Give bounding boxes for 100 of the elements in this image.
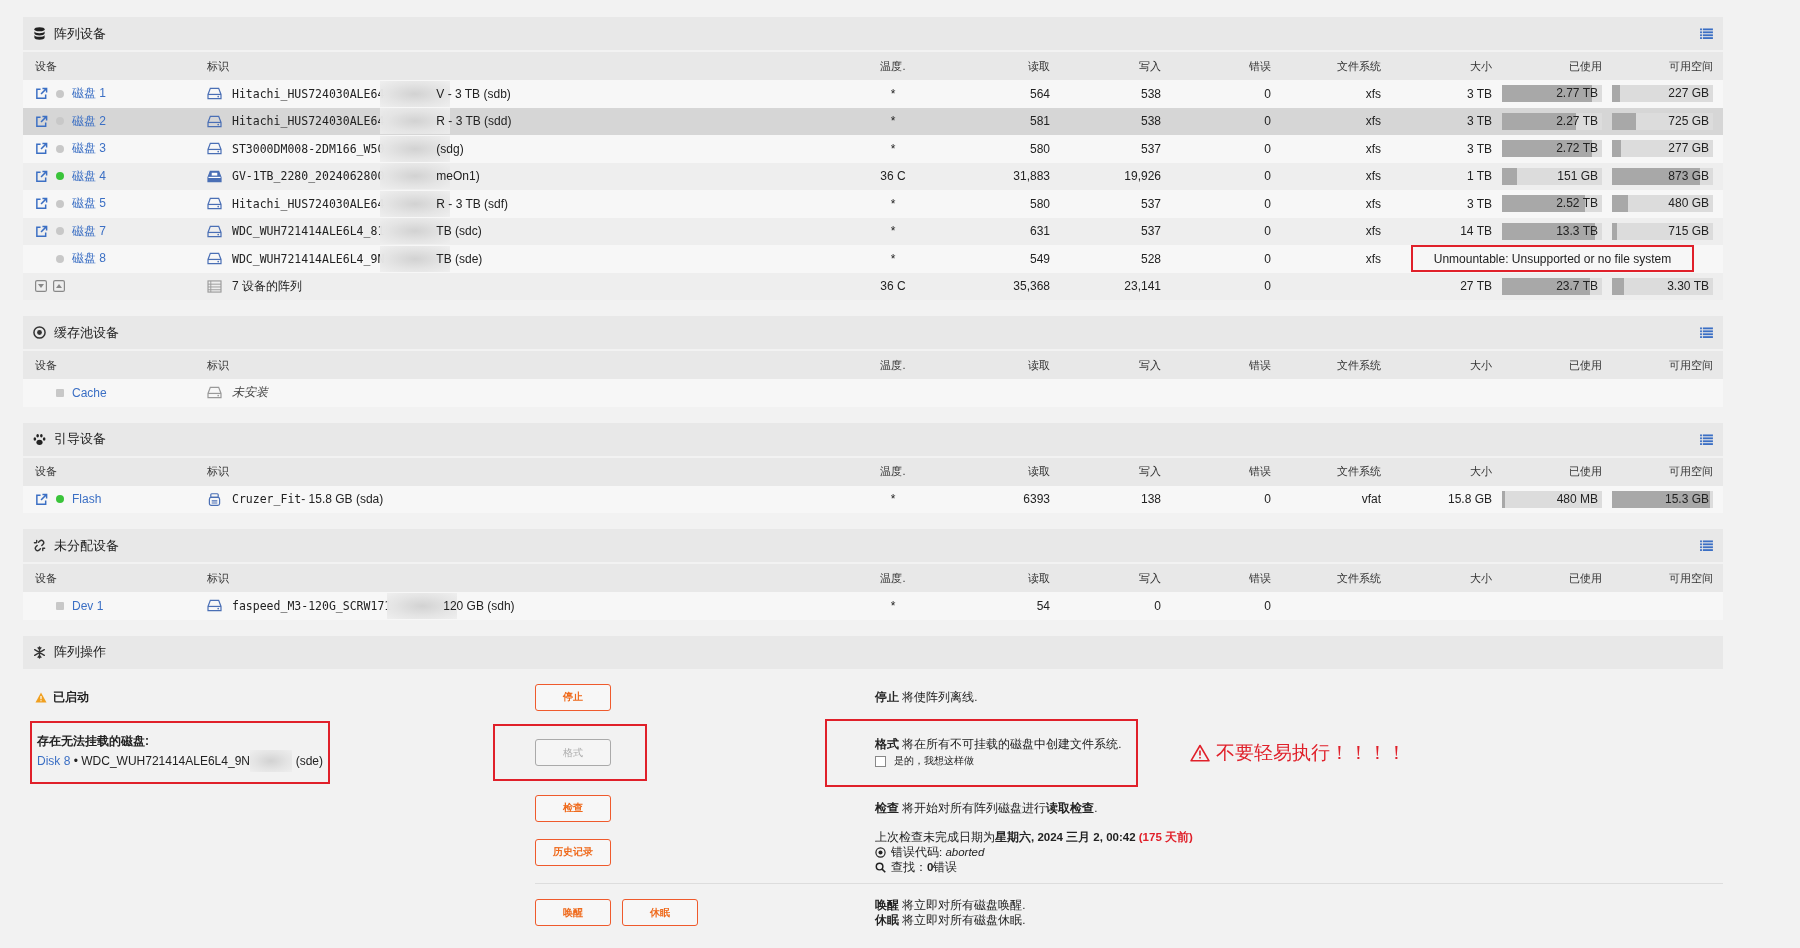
table-row[interactable]: 磁盘 5 Hitachi_HUS724030ALE64 R - 3 TB (sdf) * 580 537 0 xfs 3 TB 2.52 TB 480 GB (23, 190, 1723, 218)
column-header: 大小 (1469, 570, 1492, 586)
filesystem-value: xfs (1364, 224, 1381, 239)
table-row[interactable]: 磁盘 2 Hitachi_HUS724030ALE64 R - 3 TB (sdd) * 581 538 0 xfs 3 TB 2.27 TB 725 GB (23, 107, 1723, 135)
reads-count: 564 (1028, 86, 1050, 101)
temperature-value: * (889, 251, 897, 266)
hard-drive-icon (207, 197, 222, 211)
column-header: 设备 (34, 464, 58, 479)
device-link[interactable]: Flash (72, 492, 102, 507)
database-icon (33, 27, 46, 40)
collapse-icon[interactable] (35, 280, 47, 293)
column-header: 写入 (1138, 58, 1161, 74)
action-description: 检查 将开始对所有阵列磁盘进行读取检查. (874, 800, 1098, 816)
temperature-value: * (889, 86, 897, 101)
action-button[interactable]: 休眠 (622, 899, 698, 926)
device-identifier: meOn1) (436, 169, 480, 184)
device-link[interactable]: 磁盘 3 (72, 140, 106, 158)
action-button[interactable]: 停止 (535, 683, 611, 711)
table-row[interactable]: 磁盘 4 GV-1TB_2280_2024062800 meOn1) 36 C 31,883 19,926 0 xfs 1 TB 151 GB 873 GB (23, 162, 1723, 190)
writes-count: 538 (1139, 114, 1161, 129)
array-status: 已启动 (53, 688, 89, 706)
writes-count: 537 (1139, 141, 1161, 156)
external-link-icon[interactable] (35, 142, 48, 156)
external-link-icon[interactable] (35, 224, 48, 238)
device-link[interactable]: Cache (72, 385, 107, 400)
table-row[interactable]: 磁盘 1 Hitachi_HUS724030ALE64 V - 3 TB (sdb) * 564 538 0 xfs 3 TB 2.77 TB 227 GB (23, 80, 1723, 108)
notice-title: 存在无法挂载的磁盘: (37, 733, 150, 750)
table-row[interactable]: 磁盘 3 ST3000DM008-2DM166_W50 (sdg) * 580 537 0 xfs 3 TB 2.72 TB 277 GB (23, 135, 1723, 163)
section-title: 缓存池设备 (54, 323, 119, 342)
device-identifier: Hitachi_HUS724030ALE64 (232, 196, 385, 211)
device-link[interactable]: 磁盘 4 (72, 167, 106, 185)
expand-icon[interactable] (53, 280, 65, 293)
device-identifier: ST3000DM008-2DM166_W50 (232, 141, 385, 156)
external-link-icon[interactable] (35, 169, 48, 183)
external-link-icon[interactable] (35, 197, 48, 211)
external-link-icon[interactable] (35, 87, 48, 101)
reads-count: 580 (1028, 196, 1050, 211)
device-link[interactable]: 磁盘 5 (72, 195, 106, 213)
column-header: 已使用 (1568, 357, 1602, 373)
section-title: 阵列操作 (54, 643, 106, 661)
action-button[interactable]: 唤醒 (535, 899, 611, 926)
filesystem-value: xfs (1364, 86, 1381, 101)
device-link[interactable]: 磁盘 8 (72, 250, 106, 268)
list-rows-icon (207, 279, 222, 293)
errors-count: 0 (1263, 196, 1271, 211)
errors-count: 0 (1263, 251, 1271, 266)
table-row[interactable]: 磁盘 7 WDC_WUH721414ALE6L4_81 TB (sdc) * 631 537 0 xfs 14 TB 13.3 TB 715 GB (23, 217, 1723, 245)
external-link-icon[interactable] (35, 492, 48, 506)
device-link[interactable]: 磁盘 7 (72, 222, 106, 240)
device-identifier: (sdg) (436, 141, 464, 156)
warning-text: 不要轻易执行！！！！ (1216, 740, 1406, 765)
errors-count: 0 (1263, 141, 1271, 156)
column-header: 读取 (1027, 357, 1050, 373)
device-identifier: TB (sdc) (436, 224, 482, 239)
hard-drive-icon (207, 142, 222, 156)
device-identifier: 未安装 (232, 384, 268, 402)
device-identifier: V - 3 TB (sdb) (436, 86, 511, 101)
free-value: 480 GB (1667, 195, 1710, 213)
column-header: 写入 (1138, 570, 1161, 586)
confirm-checkbox[interactable] (875, 755, 886, 767)
used-value: 480 MB (1555, 490, 1599, 508)
paw-icon (33, 432, 46, 446)
table-row[interactable]: Cache 未安装 (23, 379, 1723, 407)
temperature-value: * (889, 196, 897, 211)
table-row[interactable]: Dev 1 faspeed_M3-120G_SCRW171 120 GB (sdh) * 54 0 0 (23, 592, 1723, 620)
external-link-icon[interactable] (35, 114, 48, 128)
warning-icon (35, 691, 47, 703)
unlink-icon (33, 539, 46, 552)
reads-count: 631 (1028, 224, 1050, 239)
column-header: 已使用 (1568, 464, 1602, 479)
device-link[interactable]: 磁盘 2 (72, 112, 106, 130)
list-icon[interactable] (1700, 433, 1713, 445)
drive-icon (207, 169, 222, 183)
table-row[interactable]: 磁盘 8 WDC_WUH721414ALE6L4_9N TB (sde) * 549 528 0 xfs Unmountable: Unsupported or no file system (23, 245, 1723, 273)
action-button[interactable]: 历史记录 (535, 838, 611, 866)
found-errors: 查找：0错误 (891, 859, 958, 875)
list-icon[interactable] (1700, 540, 1713, 551)
device-identifier: GV-1TB_2280_2024062800 (232, 169, 385, 184)
free-value: 725 GB (1667, 112, 1710, 130)
action-button[interactable]: 检查 (535, 794, 611, 822)
table-row[interactable]: Flash Cruzer_Fit- 15.8 GB (sda) * 6393 138 0 vfat 15.8 GB 480 MB 15.3 GB (23, 485, 1723, 513)
last-check-text: 上次检查未完成日期为星期六, 2024 三月 2, 00:42 (875, 830, 1136, 843)
device-identifier: Hitachi_HUS724030ALE64 (232, 114, 385, 129)
errors-count: 0 (1263, 169, 1271, 184)
reads-count: 35,368 (1012, 279, 1050, 294)
used-value: 2.77 TB (1555, 85, 1599, 103)
used-value: 2.27 TB (1555, 112, 1599, 130)
list-icon[interactable] (1700, 28, 1713, 39)
column-header: 已使用 (1568, 570, 1602, 586)
reads-count: 581 (1028, 114, 1050, 129)
disk-link[interactable]: Disk 8 (37, 752, 71, 770)
target-icon (875, 846, 886, 858)
reads-count: 31,883 (1012, 169, 1050, 184)
used-value: 2.52 TB (1555, 195, 1599, 213)
device-link[interactable]: Dev 1 (72, 598, 104, 613)
column-header: 温度. (879, 570, 907, 586)
list-icon[interactable] (1700, 327, 1713, 338)
device-link[interactable]: 磁盘 1 (72, 85, 106, 103)
column-header: 可用空间 (1668, 357, 1713, 373)
column-header: 可用空间 (1668, 570, 1713, 586)
